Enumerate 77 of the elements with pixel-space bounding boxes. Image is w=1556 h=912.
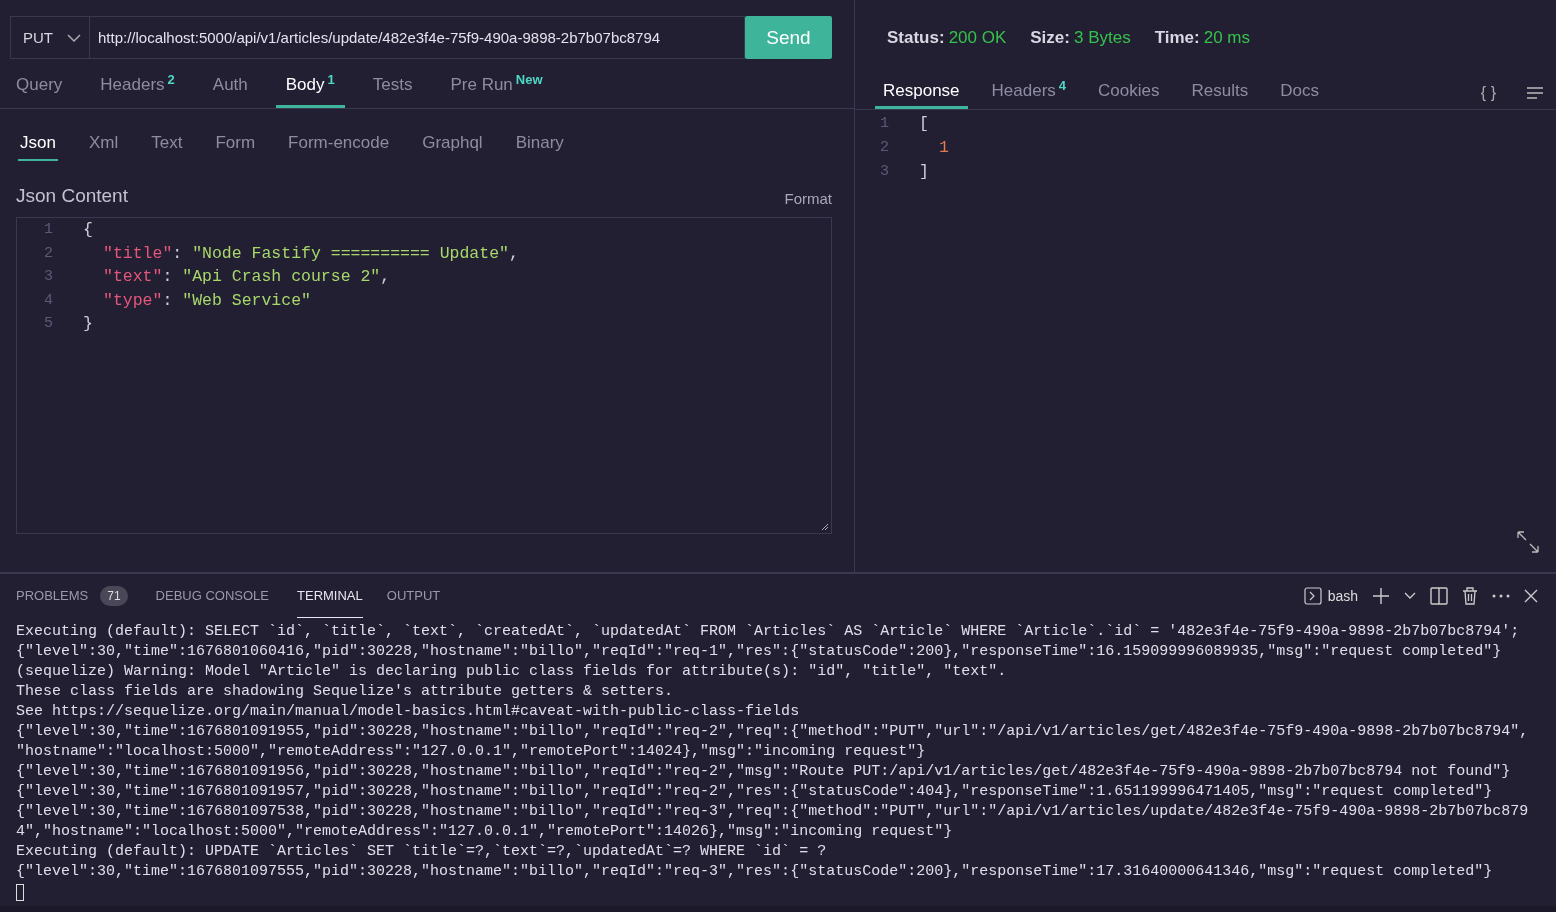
method-dropdown[interactable]: PUT — [10, 16, 90, 59]
panel-tab[interactable]: DEBUG CONSOLE — [155, 574, 270, 618]
status-label: Time: — [1154, 28, 1200, 47]
terminal-shell-selector[interactable]: bash — [1303, 587, 1358, 605]
code-line: { — [83, 220, 93, 240]
plus-icon[interactable] — [1372, 587, 1390, 605]
terminal-line: See https://sequelize.org/main/manual/model-basics.html#caveat-with-public-class-fields — [16, 702, 801, 722]
line-number: 2 — [879, 138, 889, 156]
response-tab[interactable]: Headers $^{4}$ — [983, 78, 1075, 109]
line-number: 1 — [43, 221, 53, 239]
terminal-line: These class fields are shadowing Sequelize's attribute getters & setters. — [16, 682, 675, 702]
body-type-tab[interactable]: Form — [213, 133, 258, 161]
editor-title: Json Content — [16, 185, 128, 207]
split-icon[interactable] — [1430, 587, 1448, 605]
code-line: "text": "Api Crash course 2", — [103, 267, 391, 287]
line-number: 4 — [43, 291, 53, 309]
format-link[interactable]: Format — [784, 190, 832, 207]
code-line: [ — [919, 113, 929, 133]
line-number: 3 — [879, 162, 889, 180]
terminal-line: {"level":30,"time":1676801097538,"pid":30228,"hostname":"billo","reqId":"req-3","req":{"method":"PUT","url":"/api/v1/articles/update/482e3f4e-75f9-490a-9898-2b7b07bc879 — [16, 802, 1530, 822]
terminal-line: (sequelize) Warning: Model "Article" is declaring public class fields for attribute(s): "id", "title", "text". — [16, 662, 1008, 682]
chevron-down-icon — [67, 33, 81, 42]
status-label: Size: — [1030, 28, 1070, 47]
terminal-line: {"level":30,"time":1676801097555,"pid":30228,"hostname":"billo","reqId":"req-3","res":{"statusCode":200},"responseTime":17.31640000641346,"msg":"request completed"} — [16, 862, 1494, 882]
close-icon[interactable] — [1524, 589, 1538, 603]
code-line: 1 — [939, 137, 949, 157]
panel-tab[interactable]: OUTPUT — [386, 574, 441, 618]
terminal-line: {"level":30,"time":1676801060416,"pid":30228,"hostname":"billo","reqId":"req-1","res":{"statusCode":200},"responseTime":16.159099996089935,"msg":"request completed"} — [16, 642, 1503, 662]
status-value: 20 ms — [1203, 28, 1250, 47]
terminal-line: Executing (default): UPDATE `Articles` SET `title`=?,`text`=?,`updatedAt`=? WHERE `id` = ? — [16, 842, 828, 862]
code-line: } — [83, 314, 93, 334]
body-type-tab[interactable]: Xml — [86, 133, 121, 161]
code-line: ] — [919, 161, 929, 181]
terminal-line: {"level":30,"time":1676801091956,"pid":30228,"hostname":"billo","reqId":"req-2","msg":"Route PUT:/api/v1/articles/get/482e3f4e-75f9-490a-9898-2b7b07bc8794 not found"} — [16, 762, 1512, 782]
request-tab[interactable]: Pre Run $^{New}$ — [440, 72, 553, 108]
request-tab[interactable]: Headers $^{2}$ — [90, 72, 185, 108]
terminal-line: 4","hostname":"localhost:5000","remoteAddress":"127.0.0.1","remotePort":14026},"msg":"incoming request"} — [16, 822, 954, 842]
line-number: 2 — [43, 244, 53, 262]
request-tab[interactable]: Auth — [202, 75, 258, 108]
body-type-tab[interactable]: Form-encode — [286, 133, 392, 161]
terminal-line: {"level":30,"time":1676801091955,"pid":30228,"hostname":"billo","reqId":"req-2","req":{"method":"PUT","url":"/api/v1/articles/get/482e3f4e-75f9-490a-9898-2b7b07bc8794", — [16, 722, 1530, 742]
body-type-tab[interactable]: Graphql — [420, 133, 485, 161]
request-tab[interactable]: Tests — [362, 75, 423, 108]
menu-icon[interactable] — [1526, 85, 1544, 100]
terminal-line: "hostname":"localhost:5000","remoteAddress":"127.0.0.1","remotePort":14024},"msg":"incoming request"} — [16, 742, 927, 762]
terminal-icon — [1303, 587, 1322, 605]
line-number: 3 — [43, 268, 53, 286]
panel-tab[interactable]: PROBLEMS — [16, 574, 89, 618]
url-field[interactable]: http://localhost:5000/api/v1/articles/update/482e3f4e-75f9-490a-9898-2b7b07bc8794 — [90, 16, 745, 59]
panel-tab[interactable]: TERMINAL — [297, 574, 363, 618]
line-number: 1 — [879, 114, 889, 132]
more-icon[interactable] — [1492, 594, 1510, 598]
line-number: 5 — [43, 315, 53, 333]
body-type-tab[interactable]: Json — [18, 133, 58, 161]
expand-icon[interactable] — [1516, 530, 1540, 554]
body-type-tab[interactable]: Binary — [513, 133, 566, 161]
request-tab[interactable]: Query — [6, 75, 73, 108]
terminal-line: Executing (default): SELECT `id`, `title`, `text`, `createdAt`, `updatedAt` FROM `Articles` AS `Article` WHERE `Article`.`id` = '482e3f4e-75f9-490a-9898-2b7b07bc8794'; — [16, 622, 1521, 642]
request-tab[interactable]: Body $^{1}$ — [275, 72, 345, 108]
json-view-button[interactable]: { } — [1480, 83, 1496, 102]
terminal-line: {"level":30,"time":1676801091957,"pid":30228,"hostname":"billo","reqId":"req-2","res":{"statusCode":404},"responseTime":1.651199996471405,"msg":"request completed"} — [16, 782, 1494, 802]
status-value: 3 Bytes — [1073, 28, 1131, 47]
trash-icon[interactable] — [1462, 587, 1478, 605]
code-line: "type": "Web Service" — [103, 290, 311, 310]
text-cursor — [16, 884, 24, 901]
response-tab[interactable]: Cookies — [1090, 81, 1168, 109]
status-label: Status: — [887, 28, 945, 47]
json-editor[interactable]: 1 { 2 "title": "Node Fastify ========== Update", 3 "text": "Api Crash course 2", 4 "type": "Web Service" 5 } — [16, 217, 832, 534]
count-badge: 71 — [100, 586, 128, 606]
response-tab[interactable]: Response — [875, 81, 968, 109]
chevron-down-icon[interactable] — [1404, 592, 1416, 600]
code-line: "title": "Node Fastify ========== Update", — [103, 243, 519, 263]
status-value: 200 OK — [948, 28, 1007, 47]
response-tab[interactable]: Results — [1183, 81, 1257, 109]
body-type-tab[interactable]: Text — [149, 133, 185, 161]
resize-grip-icon — [821, 523, 829, 531]
response-tab[interactable]: Docs — [1272, 81, 1327, 109]
